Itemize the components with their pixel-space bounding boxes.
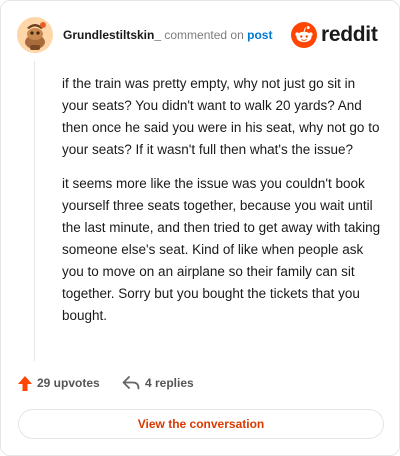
avatar-snoo-icon	[17, 17, 53, 53]
comment-card: Grundlestiltskin_ commented on post redd…	[0, 0, 400, 456]
reddit-logo[interactable]: reddit	[291, 22, 383, 48]
avatar[interactable]	[17, 17, 53, 53]
comment-body: if the train was pretty empty, why not j…	[62, 73, 382, 339]
comment-actions: 29 upvotes 4 replies	[18, 373, 383, 393]
comment-header: Grundlestiltskin_ commented on post redd…	[17, 17, 383, 53]
post-link[interactable]: post	[247, 28, 272, 42]
replies-button[interactable]: 4 replies	[122, 373, 194, 393]
reply-count: 4 replies	[145, 376, 194, 390]
thread-line	[34, 61, 35, 361]
upvote-button[interactable]: 29 upvotes	[18, 373, 100, 393]
byline: Grundlestiltskin_ commented on post	[63, 27, 272, 43]
action-text: commented on	[164, 28, 244, 42]
comment-paragraph-1: if the train was pretty empty, why not j…	[62, 76, 380, 157]
view-conversation-button[interactable]: View the conversation	[18, 409, 384, 439]
comment-paragraph-2: it seems more like the issue was you cou…	[62, 176, 381, 323]
username-link[interactable]: Grundlestiltskin_	[63, 28, 161, 42]
reply-arrow-icon	[122, 376, 140, 390]
upvote-count: 29 upvotes	[37, 376, 100, 390]
upvote-arrow-icon	[18, 375, 32, 391]
reddit-wordmark: reddit	[321, 23, 378, 46]
reddit-snoo-icon	[291, 22, 317, 48]
